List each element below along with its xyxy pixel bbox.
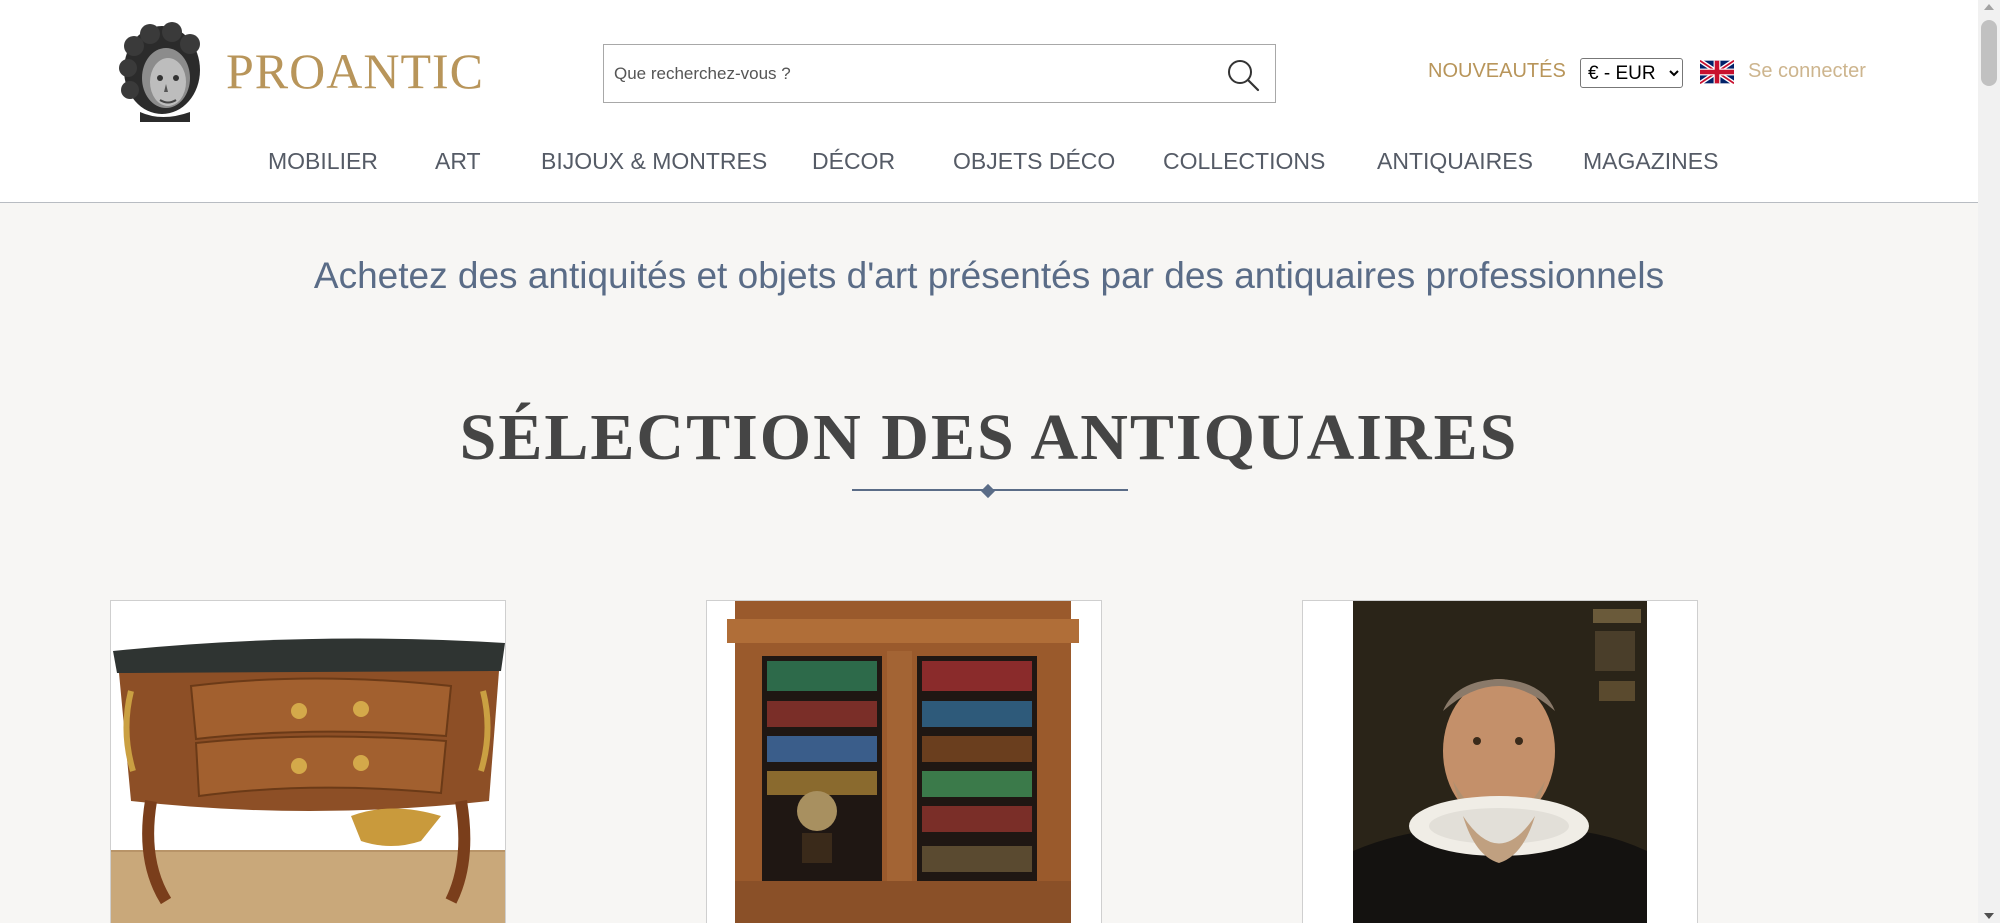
site-header: PROANTIC NOUVEAUTÉS € - EUR Se connecter… bbox=[0, 0, 1978, 203]
main-nav: MOBILIER ART BIJOUX & MONTRES DÉCOR OBJE… bbox=[0, 148, 1978, 178]
nouveautes-link[interactable]: NOUVEAUTÉS bbox=[1428, 60, 1566, 83]
tagline: Achetez des antiquités et objets d'art p… bbox=[313, 255, 1665, 296]
portrait-painting-image bbox=[1303, 601, 1697, 923]
scroll-up-arrow-icon[interactable] bbox=[1984, 4, 1994, 10]
currency-select[interactable]: € - EUR bbox=[1580, 58, 1683, 88]
title-diamond-ornament bbox=[980, 483, 996, 499]
nav-item-bijoux-montres[interactable]: BIJOUX & MONTRES bbox=[541, 148, 767, 175]
bust-logo-icon bbox=[119, 22, 200, 122]
nav-item-objets-deco[interactable]: OBJETS DÉCO bbox=[953, 148, 1115, 175]
search-box bbox=[603, 44, 1276, 103]
nav-item-art[interactable]: ART bbox=[435, 148, 481, 175]
page-scrollbar[interactable] bbox=[1978, 0, 2000, 923]
antique-card[interactable] bbox=[1302, 600, 1698, 923]
marquetry-commode-image bbox=[111, 601, 505, 923]
search-icon[interactable] bbox=[1225, 57, 1261, 93]
nav-item-antiquaires[interactable]: ANTIQUAIRES bbox=[1377, 148, 1533, 175]
nav-item-mobilier[interactable]: MOBILIER bbox=[268, 148, 378, 175]
search-input[interactable] bbox=[614, 45, 1194, 102]
logo-link[interactable]: PROANTIC bbox=[110, 20, 484, 122]
nav-item-collections[interactable]: COLLECTIONS bbox=[1163, 148, 1325, 175]
antique-card[interactable] bbox=[706, 600, 1102, 923]
bookcase-image bbox=[707, 601, 1101, 923]
scroll-down-arrow-icon[interactable] bbox=[1984, 913, 1994, 919]
section-title: SÉLECTION DES ANTIQUAIRES bbox=[459, 401, 1519, 474]
nav-item-decor[interactable]: DÉCOR bbox=[812, 148, 895, 175]
antique-card[interactable] bbox=[110, 600, 506, 923]
scroll-thumb[interactable] bbox=[1981, 20, 1997, 86]
nav-item-magazines[interactable]: MAGAZINES bbox=[1583, 148, 1718, 175]
login-link[interactable]: Se connecter bbox=[1748, 60, 1866, 83]
uk-flag-icon[interactable] bbox=[1700, 60, 1734, 84]
brand-name: PROANTIC bbox=[226, 43, 485, 99]
